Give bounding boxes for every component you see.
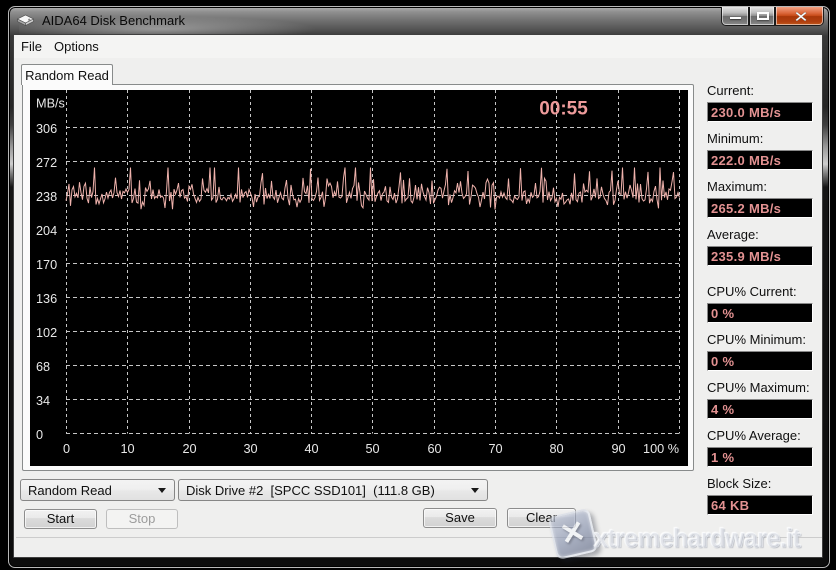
svg-text:272: 272 <box>36 156 57 170</box>
svg-text:170: 170 <box>36 258 57 272</box>
svg-text:102: 102 <box>36 326 57 340</box>
svg-text:50: 50 <box>365 442 379 456</box>
svg-text:40: 40 <box>304 442 318 456</box>
svg-text:68: 68 <box>36 360 50 374</box>
svg-text:306: 306 <box>36 122 57 136</box>
svg-text:0: 0 <box>63 442 70 456</box>
svg-text:00:55: 00:55 <box>539 98 588 119</box>
svg-text:238: 238 <box>36 190 57 204</box>
svg-text:90: 90 <box>611 442 625 456</box>
svg-text:80: 80 <box>549 442 563 456</box>
svg-text:MB/s: MB/s <box>36 97 65 111</box>
svg-text:204: 204 <box>36 224 57 238</box>
svg-text:136: 136 <box>36 292 57 306</box>
svg-text:100 %: 100 % <box>643 442 679 456</box>
svg-text:60: 60 <box>427 442 441 456</box>
svg-text:0: 0 <box>36 428 43 442</box>
svg-text:20: 20 <box>182 442 196 456</box>
svg-text:10: 10 <box>120 442 134 456</box>
svg-text:70: 70 <box>488 442 502 456</box>
svg-text:34: 34 <box>36 394 50 408</box>
svg-text:30: 30 <box>243 442 257 456</box>
